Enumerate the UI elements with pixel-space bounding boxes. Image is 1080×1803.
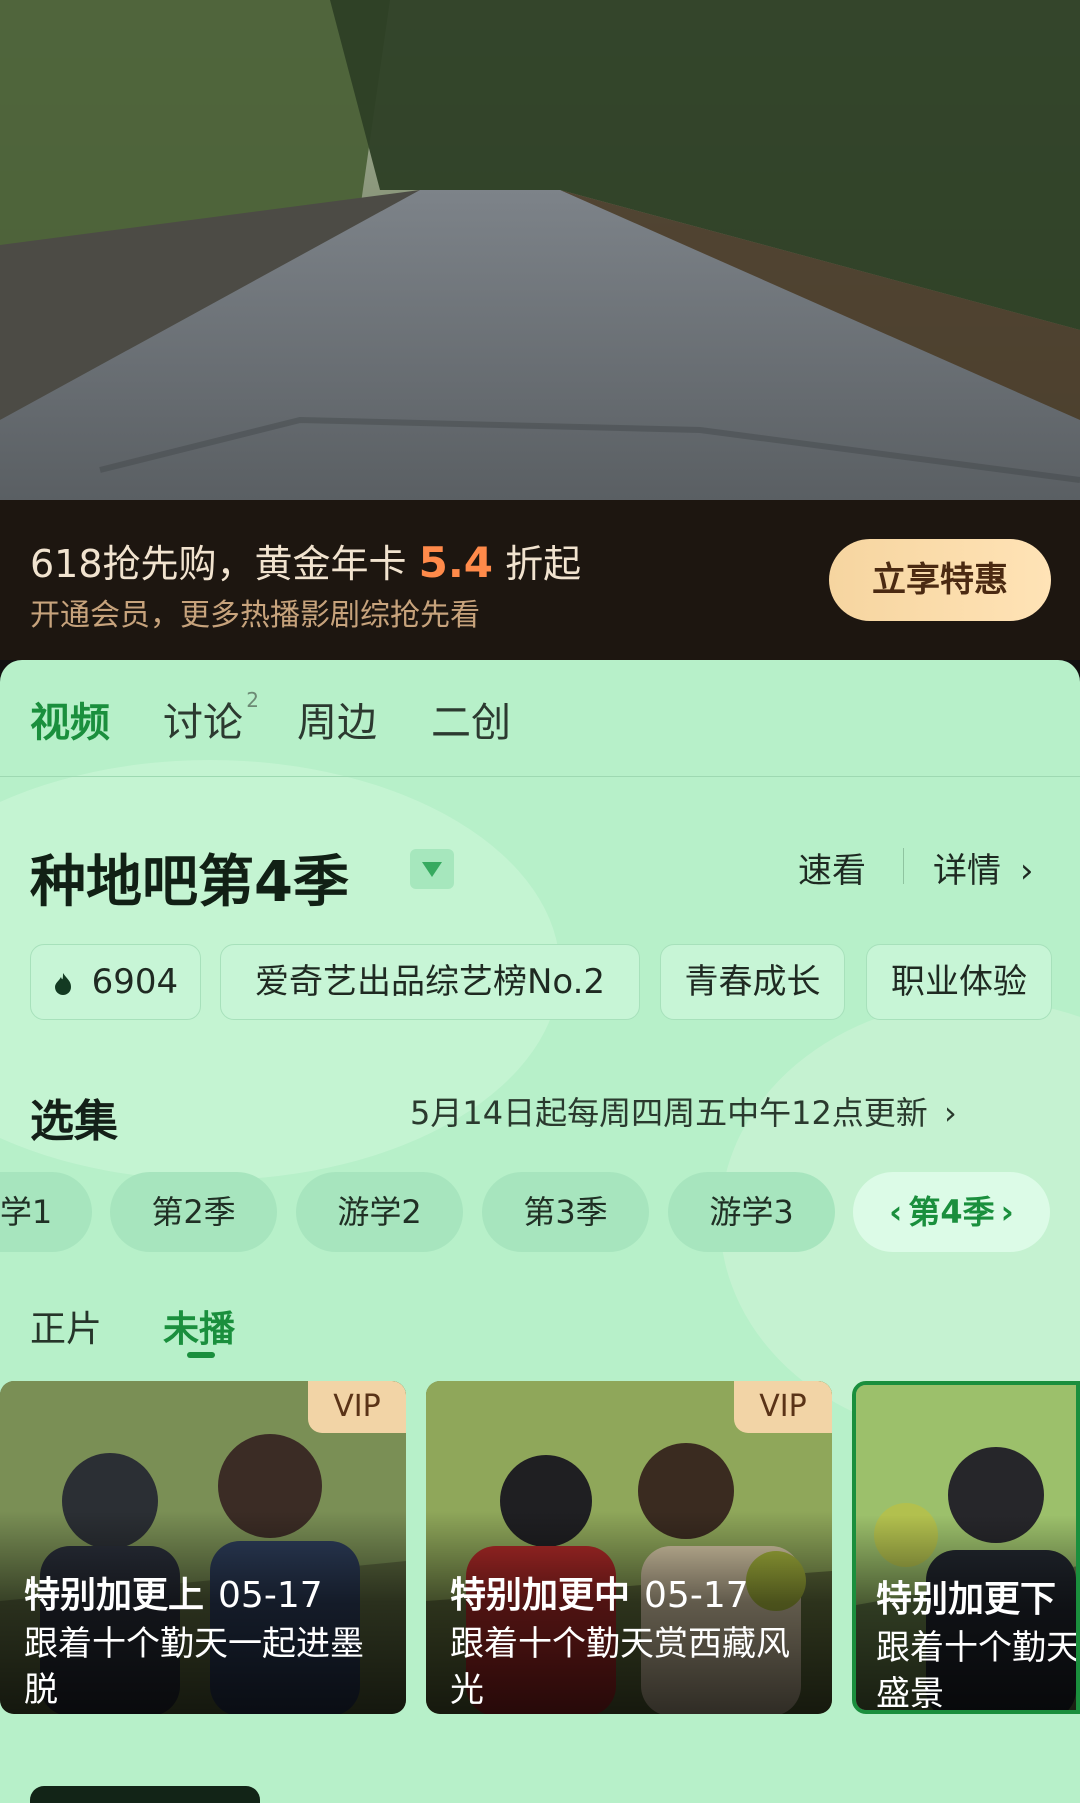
heat-chip: 6904: [30, 944, 201, 1020]
details-label: 详情: [933, 851, 1001, 891]
heat-value: 6904: [91, 962, 179, 1002]
episode-date: 05-17: [644, 1575, 749, 1616]
tab-bar: 视频 讨论 2 周边 二创: [0, 660, 1080, 777]
sub-tab-main[interactable]: 正片: [30, 1300, 102, 1352]
episode-title: 特别加更上 05-17: [24, 1566, 323, 1618]
update-schedule: 5月14日起每周四周五中午12点更新: [410, 1094, 928, 1132]
details-link[interactable]: 详情 ›: [933, 843, 1033, 892]
season-pill[interactable]: 游学3: [668, 1172, 835, 1252]
tag-chip[interactable]: 青春成长: [660, 944, 845, 1020]
vip-badge: VIP: [734, 1381, 832, 1433]
chevron-right-icon: ›: [1019, 851, 1034, 891]
tab-discussion[interactable]: 讨论 2: [163, 688, 259, 748]
episode-card[interactable]: 特别加更下 跟着十个勤天盛景: [852, 1381, 1080, 1714]
season-pill-active[interactable]: ‹ 第4季 ›: [853, 1172, 1050, 1252]
show-title: 种地吧第4季: [30, 850, 349, 915]
rank-chip[interactable]: 爱奇艺出品综艺榜No.2: [220, 944, 640, 1020]
season-pill[interactable]: 游学2: [296, 1172, 463, 1252]
tag-chip[interactable]: 职业体验: [866, 944, 1052, 1020]
season-pill[interactable]: 第3季: [482, 1172, 649, 1252]
promo-cta-button[interactable]: 立享特惠: [829, 539, 1051, 621]
tab-merch[interactable]: 周边: [297, 690, 377, 748]
episode-title-text: 特别加更上: [24, 1575, 205, 1616]
promo-prefix: 618抢先购，黄金年卡: [30, 542, 419, 586]
episode-card[interactable]: VIP 特别加更上 05-17 跟着十个勤天一起进墨脱: [0, 1381, 406, 1714]
tab-video[interactable]: 视频: [30, 690, 110, 748]
promo-suffix: 折起: [493, 542, 582, 586]
quick-watch-link[interactable]: 速看: [798, 843, 866, 892]
episode-description: 跟着十个勤天盛景: [876, 1628, 1080, 1714]
chevron-right-icon: ›: [1000, 1193, 1014, 1231]
active-tab-underline: [187, 1352, 215, 1358]
tab-fan-creations[interactable]: 二创: [431, 690, 511, 748]
promo-headline: 618抢先购，黄金年卡 5.4 折起: [30, 533, 581, 588]
bottom-bar: [30, 1786, 260, 1803]
divider: [903, 848, 904, 884]
chevron-left-icon: ‹: [889, 1193, 903, 1231]
chevron-right-icon: ›: [943, 1094, 957, 1132]
promo-subtitle: 开通会员，更多热播影剧综抢先看: [30, 598, 480, 633]
video-frame: [0, 0, 1080, 500]
content-panel: 视频 讨论 2 周边 二创 种地吧第4季 速看 详情 › 6904 爱奇艺出品综…: [0, 660, 1080, 1803]
episode-title: 特别加更中 05-17: [450, 1566, 749, 1618]
tab-discussion-label: 讨论: [163, 700, 243, 746]
sub-tab-unaired[interactable]: 未播: [163, 1300, 235, 1352]
video-player[interactable]: [0, 0, 1080, 500]
discussion-count-badge: 2: [246, 688, 259, 712]
episode-title-text: 特别加更中: [450, 1575, 631, 1616]
season-pill[interactable]: 学1: [0, 1172, 92, 1252]
episode-title: 特别加更下: [876, 1579, 1057, 1620]
season-pill[interactable]: 第2季: [110, 1172, 277, 1252]
episode-description: 跟着十个勤天赏西藏风光: [450, 1624, 790, 1710]
promo-discount: 5.4: [418, 538, 494, 587]
vip-badge: VIP: [308, 1381, 406, 1433]
episodes-title: 选集: [30, 1096, 118, 1147]
show-badge-icon: [410, 849, 454, 889]
episode-card[interactable]: VIP 特别加更中 05-17 跟着十个勤天赏西藏风光: [426, 1381, 832, 1714]
season-label: 第4季: [908, 1193, 995, 1231]
update-schedule-link[interactable]: 5月14日起每周四周五中午12点更新 ›: [410, 1088, 957, 1134]
flame-icon: [53, 962, 84, 1002]
episode-date: 05-17: [218, 1575, 323, 1616]
episode-description: 跟着十个勤天一起进墨脱: [24, 1624, 364, 1710]
